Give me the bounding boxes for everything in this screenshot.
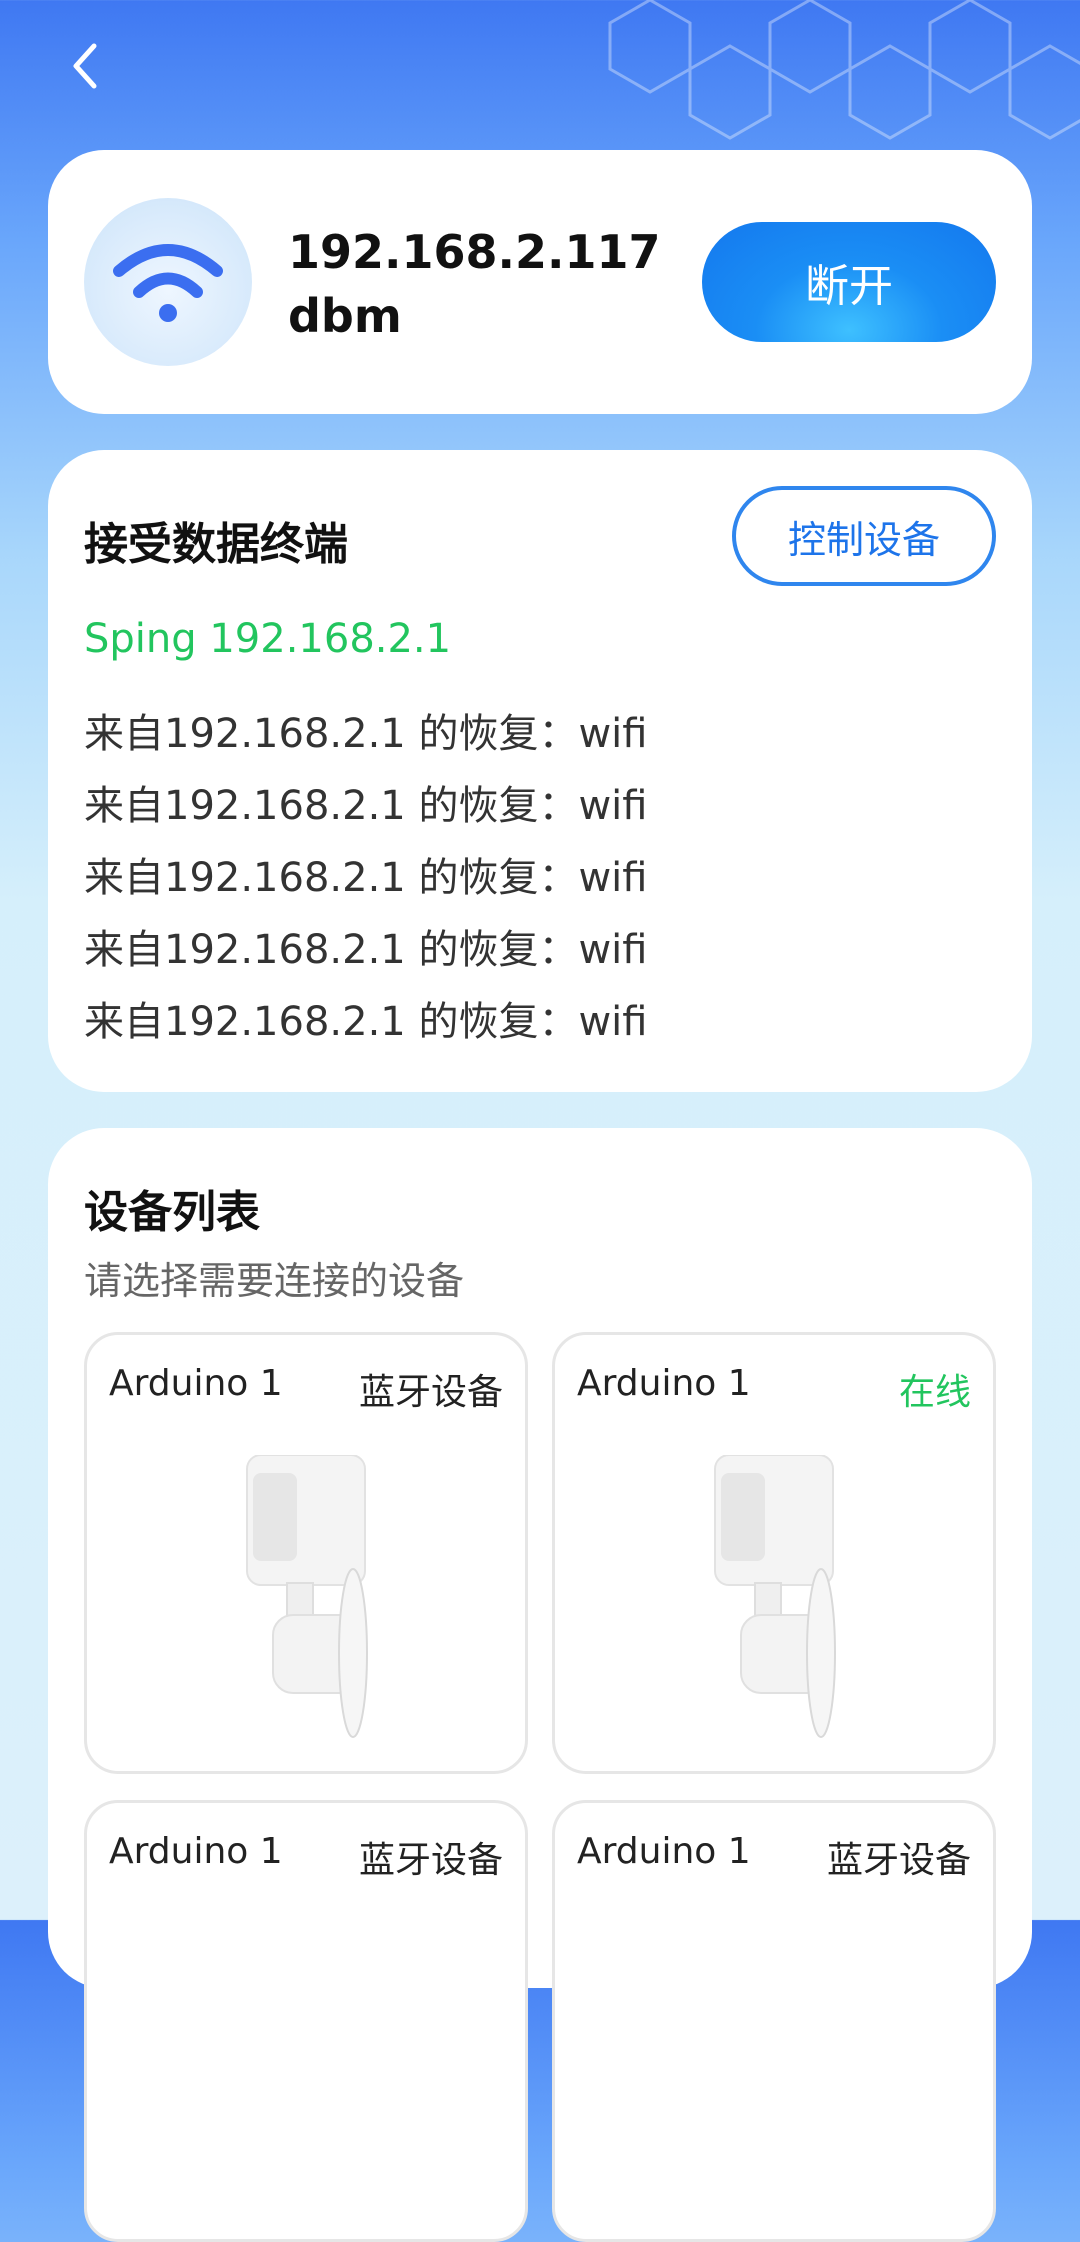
disconnect-button[interactable]: 断开 [702,222,996,342]
device-name: Arduino 1 [577,1831,751,1872]
device-status: 蓝牙设备 [826,1840,971,1881]
motion-sensor-image [714,1455,836,1738]
ping-line: Sping 192.168.2.1 [84,616,452,662]
control-device-button[interactable]: 控制设备 [732,486,996,586]
terminal-title: 接受数据终端 [84,519,348,570]
connection-info: 192.168.2.117 dbm [288,220,661,348]
device-name: Arduino 1 [109,1363,283,1404]
device-list-card: 设备列表 请选择需要连接的设备 Arduino 1 蓝牙设备 Arduino 1… [48,1128,1032,2242]
device-name: Arduino 1 [109,1831,283,1872]
device-name: Arduino 1 [577,1363,751,1404]
device-tile[interactable]: Arduino 1 蓝牙设备 [84,1800,528,2242]
reply-list: 来自192.168.2.1 的恢复：wifi 来自192.168.2.1 的恢复… [84,706,647,1066]
wifi-badge [84,198,252,366]
terminal-card: 接受数据终端 控制设备 Sping 192.168.2.1 来自192.168.… [48,450,1032,1092]
device-status: 在线 [898,1372,971,1413]
device-status: 蓝牙设备 [358,1840,503,1881]
reply-line: 来自192.168.2.1 的恢复：wifi [84,855,648,901]
back-button[interactable] [60,36,110,96]
connection-card: 192.168.2.117 dbm 断开 [48,150,1032,414]
reply-line: 来自192.168.2.1 的恢复：wifi [84,711,648,757]
motion-sensor-image [246,1455,368,1738]
wifi-icon [113,244,223,322]
signal-unit: dbm [288,289,402,343]
device-tile[interactable]: Arduino 1 蓝牙设备 [552,1800,996,2242]
reply-line: 来自192.168.2.1 的恢复：wifi [84,999,648,1045]
device-list-subtitle: 请选择需要连接的设备 [84,1259,465,1303]
hexagon-pattern-decoration [608,0,1080,140]
chevron-left-icon [73,43,97,89]
reply-line: 来自192.168.2.1 的恢复：wifi [84,783,648,829]
device-status: 蓝牙设备 [358,1372,503,1413]
device-tile[interactable]: Arduino 1 蓝牙设备 [84,1332,528,1774]
ip-address: 192.168.2.117 [288,225,661,279]
device-list-title: 设备列表 [84,1187,260,1238]
reply-line: 来自192.168.2.1 的恢复：wifi [84,927,648,973]
device-tile[interactable]: Arduino 1 在线 [552,1332,996,1774]
